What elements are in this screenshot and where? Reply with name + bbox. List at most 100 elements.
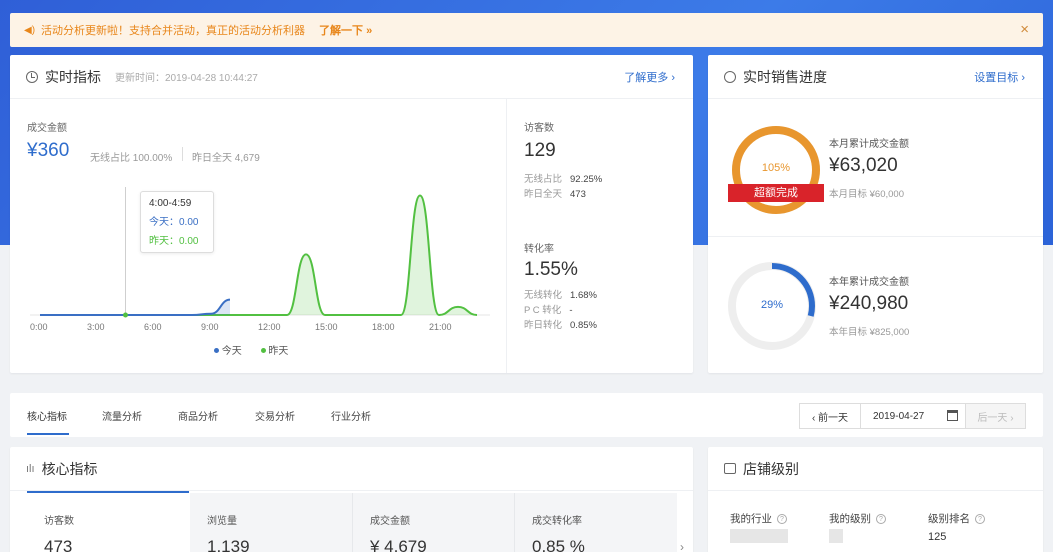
- metric-card-pageviews[interactable]: 浏览量 1,139: [190, 493, 353, 552]
- tooltip-time: 4:00-4:59: [149, 198, 192, 209]
- tooltip-yesterday: 昨天：0.00: [149, 236, 199, 247]
- industry-label: 我的行业?: [730, 511, 787, 526]
- next-day-button[interactable]: 后一天 ›: [965, 403, 1026, 429]
- divider: [506, 99, 507, 373]
- close-icon[interactable]: ×: [1020, 21, 1029, 38]
- legend-yesterday-dot: [260, 348, 266, 353]
- month-amount: ¥63,020: [829, 155, 898, 176]
- year-amount: ¥240,980: [829, 293, 909, 314]
- chart-tooltip: 4:00-4:59 今天：0.00 昨天：0.00: [140, 191, 214, 253]
- kv-value: 473: [570, 189, 586, 200]
- tab-core[interactable]: 核心指标: [27, 408, 67, 423]
- notice-text: 活动分析更新啦！支持合并活动，真正的活动分析利器: [41, 25, 306, 37]
- kv-row: P C 转化 -: [524, 303, 597, 318]
- kv-key: 昨日全天: [524, 189, 563, 200]
- bar-chart-icon: ılı: [26, 462, 35, 475]
- speaker-icon: ◀): [24, 24, 36, 36]
- kv-value: 1.68%: [570, 290, 597, 301]
- legend-today-dot: [214, 348, 219, 353]
- hover-point: [123, 312, 128, 318]
- sales-title: 实时销售进度: [743, 68, 827, 85]
- metric-value: 1,139: [207, 537, 250, 552]
- visitors-value: 129: [524, 140, 556, 161]
- metric-label: 成交金额: [370, 516, 410, 527]
- x-tick-label: 9:00: [201, 322, 219, 332]
- set-target-link[interactable]: 设置目标 ›: [974, 69, 1025, 85]
- series-line-1: [40, 298, 231, 316]
- year-label: 本年累计成交金额: [829, 277, 909, 288]
- blurred-industry: [730, 529, 788, 543]
- legend: 今天 昨天: [214, 342, 288, 357]
- tab-traffic[interactable]: 流量分析: [102, 408, 142, 423]
- rank-label: 级别排名?: [928, 511, 985, 526]
- store-header: 店铺级别: [708, 447, 1043, 491]
- metric-value: 0.85 %: [532, 537, 585, 552]
- metric-label: 成交转化率: [532, 516, 582, 527]
- metric-card-conversion[interactable]: 成交转化率 0.85 %: [514, 493, 677, 552]
- x-tick-label: 18:00: [372, 322, 395, 332]
- metric-value: 473: [44, 537, 73, 552]
- kv-key: P C 转化: [524, 305, 562, 316]
- blurred-level: [829, 529, 843, 543]
- realtime-card: 实时指标 更新时间：2019-04-28 10:44:27 了解更多 › 成交金…: [10, 55, 693, 373]
- x-tick-label: 15:00: [315, 322, 338, 332]
- store-card: 店铺级别 我的行业? 我的级别? 级别排名? 125: [708, 447, 1043, 552]
- sales-card: 实时销售进度 设置目标 › 105% 超额完成 本月累计成交金额 ¥63,020…: [708, 55, 1043, 373]
- help-icon[interactable]: ?: [876, 514, 886, 524]
- calendar-icon[interactable]: [947, 410, 958, 421]
- kv-row: 昨日转化 0.85%: [524, 318, 597, 333]
- notice-link[interactable]: 了解一下 »: [319, 22, 372, 38]
- active-tab-indicator: [27, 433, 69, 435]
- month-target: 本月目标 ¥60,000: [829, 189, 904, 200]
- kv-value: -: [569, 305, 573, 316]
- store-icon: [724, 463, 736, 474]
- visitors-details: 无线占比 92.25% 昨日全天 473: [524, 172, 602, 202]
- conv-label: 转化率: [524, 244, 554, 255]
- prev-day-button[interactable]: ‹ 前一天: [799, 403, 861, 429]
- metric-label: 浏览量: [207, 516, 237, 527]
- year-target: 本年目标 ¥825,000: [829, 327, 910, 338]
- legend-yesterday[interactable]: 昨天: [268, 346, 288, 357]
- kv-row: 昨日全天 473: [524, 187, 602, 202]
- metric-card-visitors[interactable]: 访客数 473: [27, 493, 190, 552]
- learn-more-link[interactable]: 了解更多 ›: [624, 69, 675, 85]
- tab-product[interactable]: 商品分析: [178, 408, 218, 423]
- conv-details: 无线转化 1.68% P C 转化 - 昨日转化 0.85%: [524, 288, 597, 333]
- kv-key: 无线转化: [524, 290, 563, 301]
- update-time: 更新时间：2019-04-28 10:44:27: [115, 73, 258, 84]
- kv-value: 92.25%: [570, 174, 603, 185]
- analysis-tabs: 核心指标 流量分析 商品分析 交易分析 行业分析 ‹ 前一天 2019-04-2…: [10, 393, 1043, 437]
- realtime-header: 实时指标 更新时间：2019-04-28 10:44:27 了解更多 ›: [10, 55, 693, 99]
- divider: [708, 236, 1043, 237]
- notice-bar: ◀) 活动分析更新啦！支持合并活动，真正的活动分析利器 了解一下 » ×: [10, 13, 1043, 47]
- col-label: 我的行业: [730, 513, 772, 525]
- tooltip-today: 今天：0.00: [149, 217, 199, 228]
- sales-header: 实时销售进度 设置目标 ›: [708, 55, 1043, 99]
- tab-industry[interactable]: 行业分析: [331, 408, 371, 423]
- kv-key: 无线占比: [524, 174, 563, 185]
- rank-value: 125: [928, 531, 947, 543]
- core-title: 核心指标: [41, 460, 98, 477]
- tab-trade[interactable]: 交易分析: [255, 408, 295, 423]
- level-label: 我的级别?: [829, 511, 886, 526]
- divider: [182, 147, 183, 161]
- metric-card-amount[interactable]: 成交金额 ¥ 4,679: [352, 493, 515, 552]
- x-tick-label: 3:00: [87, 322, 105, 332]
- col-label: 级别排名: [928, 513, 970, 525]
- clock-icon: [26, 70, 38, 83]
- legend-today[interactable]: 今天: [222, 346, 242, 357]
- next-metrics-arrow-icon[interactable]: ›: [680, 540, 684, 552]
- wireless-ratio: 无线占比 100.00%: [90, 153, 173, 164]
- help-icon[interactable]: ?: [777, 514, 787, 524]
- date-picker[interactable]: 2019-04-27: [860, 403, 966, 429]
- amount-label: 成交金额: [27, 123, 67, 134]
- x-tick-label: 0:00: [30, 322, 48, 332]
- kv-row: 无线占比 92.25%: [524, 172, 602, 187]
- date-value: 2019-04-27: [873, 410, 925, 422]
- visitors-label: 访客数: [524, 123, 554, 134]
- x-tick-label: 6:00: [144, 322, 162, 332]
- year-percent: 29%: [760, 299, 784, 311]
- help-icon[interactable]: ?: [975, 514, 985, 524]
- store-title: 店铺级别: [743, 460, 799, 477]
- kv-row: 无线转化 1.68%: [524, 288, 597, 303]
